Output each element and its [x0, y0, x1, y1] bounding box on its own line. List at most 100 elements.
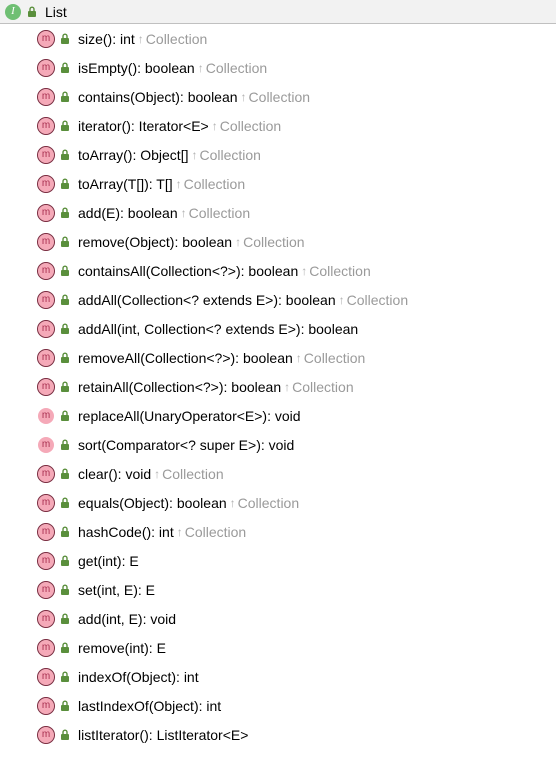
inherited-from-label: Collection [309, 263, 370, 279]
method-icon: m [36, 320, 56, 338]
member-row[interactable]: m add(E): boolean↑Collection [0, 198, 556, 227]
method-signature: retainAll(Collection<?>): boolean [78, 379, 281, 395]
lock-icon [58, 323, 72, 335]
member-row[interactable]: m addAll(int, Collection<? extends E>): … [0, 314, 556, 343]
member-row[interactable]: m size(): int↑Collection [0, 24, 556, 53]
method-icon: m [36, 610, 56, 628]
inherited-from-label: Collection [238, 495, 299, 511]
inherited-from-label: Collection [162, 466, 223, 482]
override-up-icon: ↑ [235, 235, 241, 249]
member-row[interactable]: m isEmpty(): boolean↑Collection [0, 53, 556, 82]
inherited-from-label: Collection [249, 89, 310, 105]
inherited-from-label: Collection [347, 292, 408, 308]
member-row[interactable]: m iterator(): Iterator<E>↑Collection [0, 111, 556, 140]
member-row[interactable]: m hashCode(): int↑Collection [0, 517, 556, 546]
method-signature: addAll(int, Collection<? extends E>): bo… [78, 321, 358, 337]
method-icon: m [36, 349, 56, 367]
method-signature: toArray(T[]): T[] [78, 176, 173, 192]
member-row[interactable]: m addAll(Collection<? extends E>): boole… [0, 285, 556, 314]
method-icon: m [36, 465, 56, 483]
method-signature: iterator(): Iterator<E> [78, 118, 209, 134]
method-icon: m [36, 291, 56, 309]
method-icon: m [36, 639, 56, 657]
method-signature: indexOf(Object): int [78, 669, 199, 685]
lock-icon [58, 265, 72, 277]
method-signature: isEmpty(): boolean [78, 60, 195, 76]
method-signature: get(int): E [78, 553, 139, 569]
lock-icon [58, 178, 72, 190]
method-signature: addAll(Collection<? extends E>): boolean [78, 292, 336, 308]
member-row[interactable]: m lastIndexOf(Object): int [0, 691, 556, 720]
member-row[interactable]: m toArray(T[]): T[]↑Collection [0, 169, 556, 198]
lock-icon [58, 468, 72, 480]
lock-icon [58, 207, 72, 219]
member-row[interactable]: m contains(Object): boolean↑Collection [0, 82, 556, 111]
lock-icon [58, 352, 72, 364]
member-row[interactable]: m listIterator(): ListIterator<E> [0, 720, 556, 749]
method-signature: containsAll(Collection<?>): boolean [78, 263, 298, 279]
method-signature: contains(Object): boolean [78, 89, 238, 105]
member-row[interactable]: m indexOf(Object): int [0, 662, 556, 691]
method-icon: m [36, 59, 56, 77]
method-signature: hashCode(): int [78, 524, 174, 540]
method-signature: toArray(): Object[] [78, 147, 188, 163]
override-up-icon: ↑ [154, 467, 160, 481]
member-row[interactable]: m remove(Object): boolean↑Collection [0, 227, 556, 256]
lock-icon [58, 497, 72, 509]
member-row[interactable]: m add(int, E): void [0, 604, 556, 633]
lock-icon [58, 410, 72, 422]
lock-icon [58, 526, 72, 538]
inherited-from-label: Collection [243, 234, 304, 250]
method-signature: set(int, E): E [78, 582, 155, 598]
member-row[interactable]: m equals(Object): boolean↑Collection [0, 488, 556, 517]
lock-icon [58, 91, 72, 103]
override-up-icon: ↑ [241, 90, 247, 104]
override-up-icon: ↑ [339, 293, 345, 307]
override-up-icon: ↑ [212, 119, 218, 133]
override-up-icon: ↑ [181, 206, 187, 220]
method-signature: add(int, E): void [78, 611, 176, 627]
method-icon: m [36, 581, 56, 599]
member-row[interactable]: m sort(Comparator<? super E>): void [0, 430, 556, 459]
inherited-from-label: Collection [185, 524, 246, 540]
lock-icon [58, 149, 72, 161]
interface-row[interactable]: I List [0, 0, 556, 24]
lock-icon [58, 381, 72, 393]
inherited-from-label: Collection [184, 176, 245, 192]
lock-icon [58, 294, 72, 306]
lock-icon [58, 700, 72, 712]
inherited-from-label: Collection [304, 350, 365, 366]
override-up-icon: ↑ [191, 148, 197, 162]
member-row[interactable]: m get(int): E [0, 546, 556, 575]
method-signature: listIterator(): ListIterator<E> [78, 727, 248, 743]
method-signature: sort(Comparator<? super E>): void [78, 437, 294, 453]
inherited-from-label: Collection [146, 31, 207, 47]
method-icon: m [36, 494, 56, 512]
override-up-icon: ↑ [176, 177, 182, 191]
inherited-from-label: Collection [189, 205, 250, 221]
method-icon: m [36, 175, 56, 193]
method-signature: replaceAll(UnaryOperator<E>): void [78, 408, 301, 424]
lock-icon [58, 236, 72, 248]
override-up-icon: ↑ [230, 496, 236, 510]
method-icon: m [36, 552, 56, 570]
method-signature: clear(): void [78, 466, 151, 482]
method-signature: equals(Object): boolean [78, 495, 227, 511]
method-icon: m [36, 88, 56, 106]
method-icon: m [36, 726, 56, 744]
method-icon: m [36, 204, 56, 222]
inherited-from-label: Collection [206, 60, 267, 76]
method-icon: m [36, 233, 56, 251]
member-row[interactable]: m set(int, E): E [0, 575, 556, 604]
lock-icon [25, 6, 39, 18]
member-row[interactable]: m replaceAll(UnaryOperator<E>): void [0, 401, 556, 430]
member-row[interactable]: m retainAll(Collection<?>): boolean↑Coll… [0, 372, 556, 401]
method-signature: size(): int [78, 31, 135, 47]
member-row[interactable]: m toArray(): Object[]↑Collection [0, 140, 556, 169]
member-row[interactable]: m clear(): void↑Collection [0, 459, 556, 488]
member-row[interactable]: m containsAll(Collection<?>): boolean↑Co… [0, 256, 556, 285]
method-icon: m [36, 146, 56, 164]
member-row[interactable]: m removeAll(Collection<?>): boolean↑Coll… [0, 343, 556, 372]
override-up-icon: ↑ [301, 264, 307, 278]
member-row[interactable]: m remove(int): E [0, 633, 556, 662]
